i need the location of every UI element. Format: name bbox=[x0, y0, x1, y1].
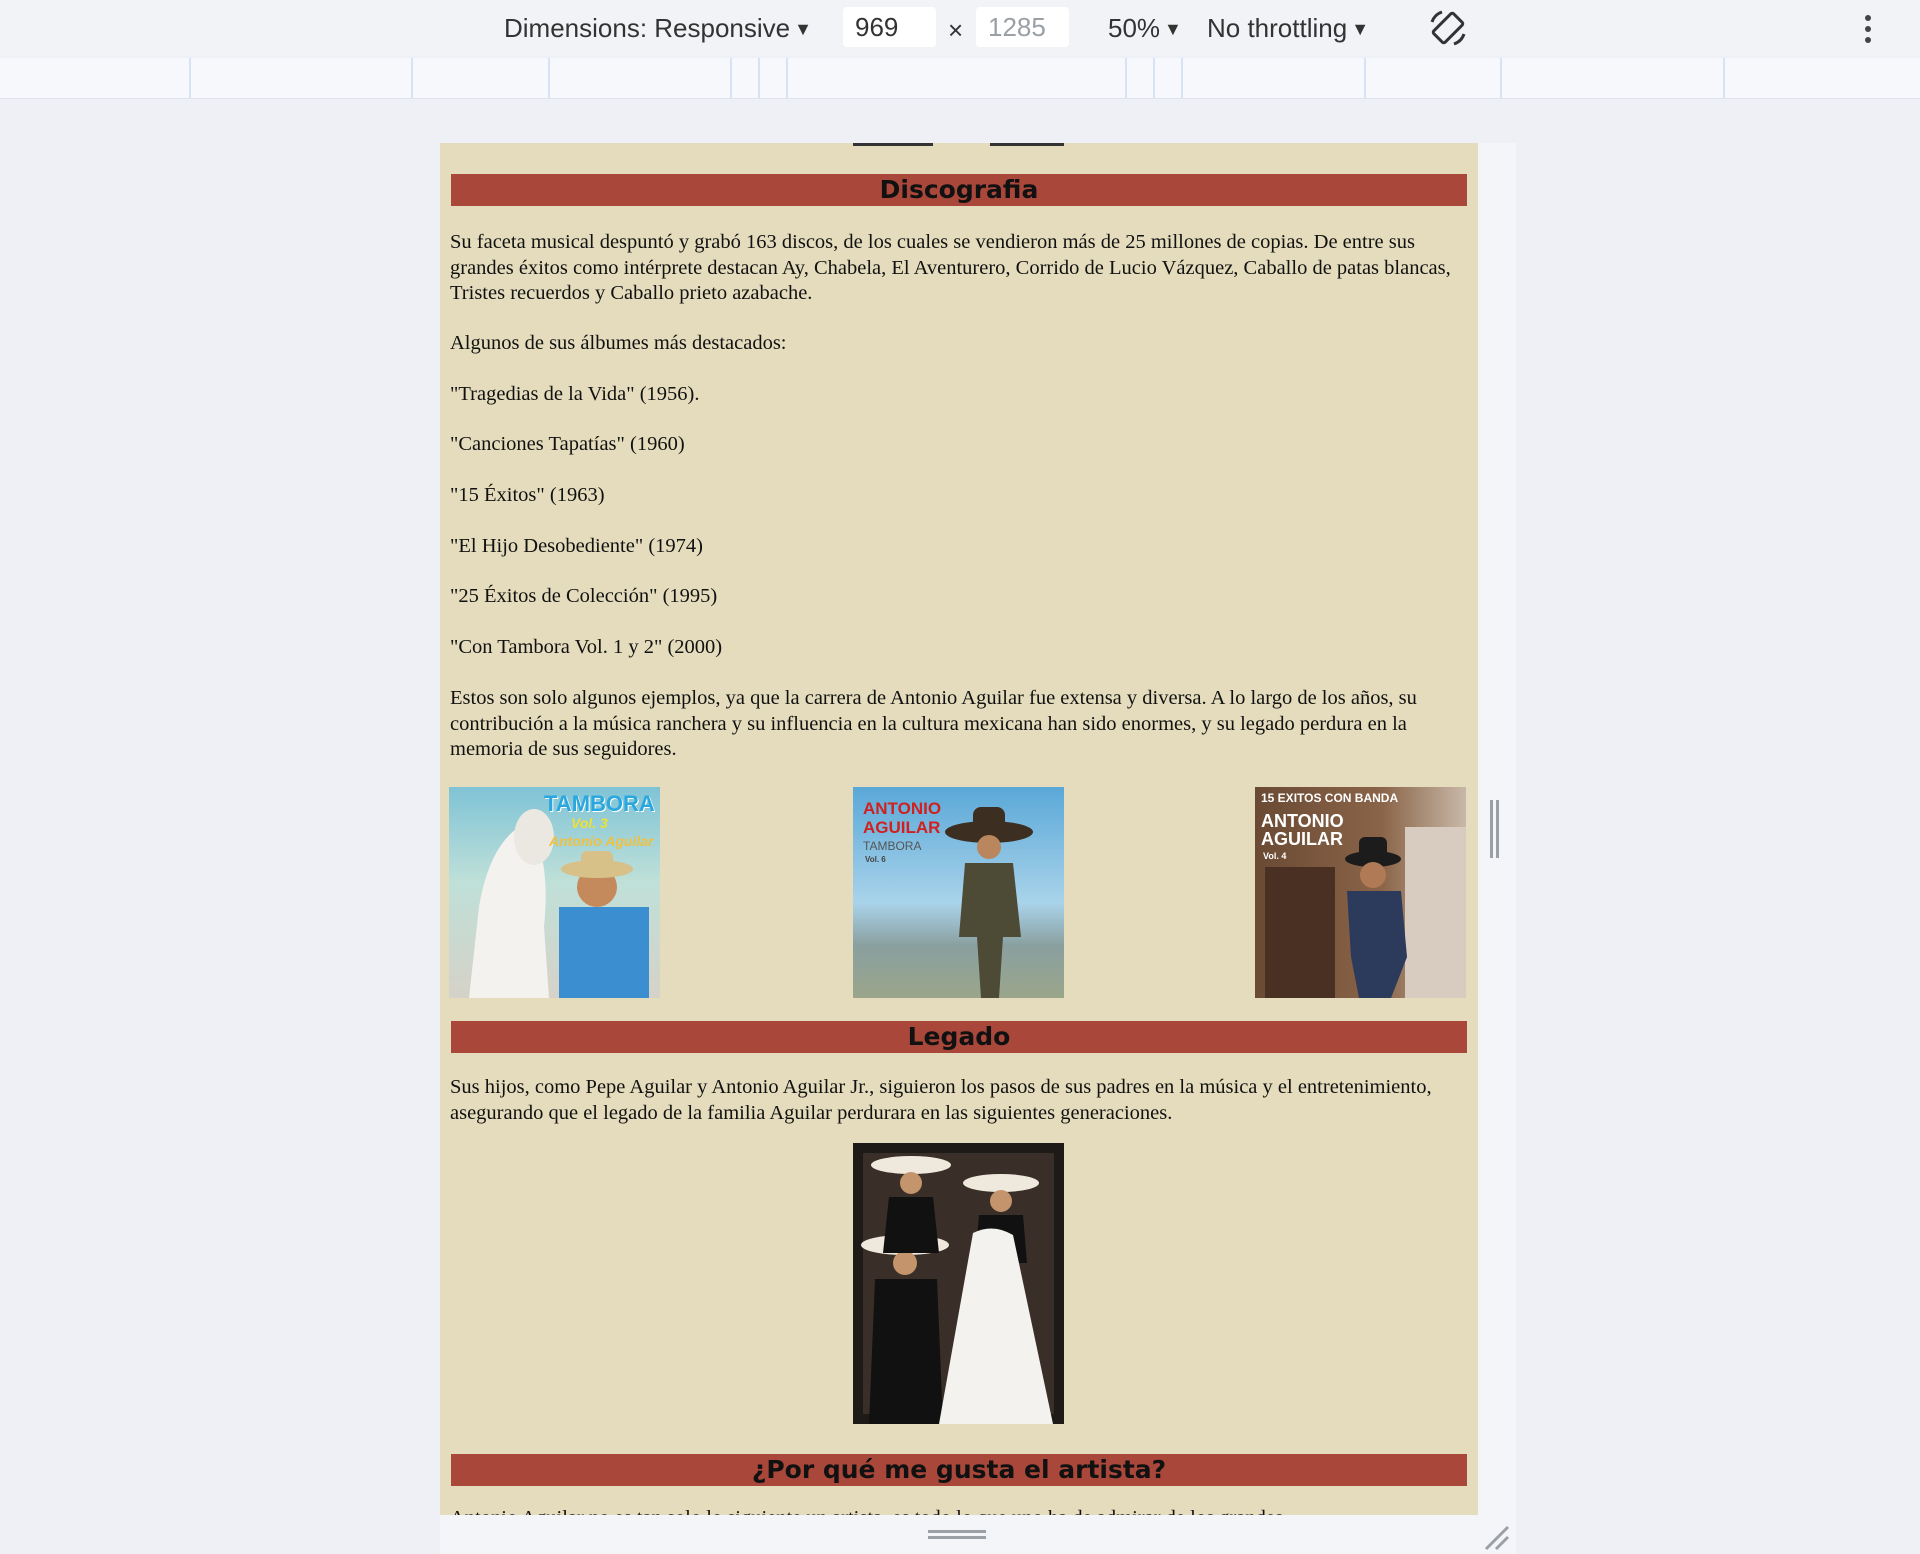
resize-corner-icon[interactable] bbox=[1482, 1523, 1510, 1551]
resize-handle-bottom[interactable] bbox=[928, 1530, 986, 1542]
times-separator: × bbox=[948, 15, 964, 45]
album-item: "15 Éxitos" (1963) bbox=[450, 484, 605, 506]
width-input[interactable]: 969 bbox=[843, 7, 936, 47]
dimensions-dropdown[interactable]: Dimensions: Responsive ▼ bbox=[504, 12, 812, 45]
ruler-tick bbox=[1723, 58, 1725, 98]
cover-title: TAMBORA bbox=[544, 791, 655, 816]
ruler-tick bbox=[189, 58, 191, 98]
cover-artist-last: AGUILAR bbox=[1261, 829, 1343, 849]
image-fragment bbox=[853, 143, 933, 146]
ruler-tick bbox=[786, 58, 788, 98]
ruler-tick bbox=[758, 58, 760, 98]
caret-down-icon: ▼ bbox=[1164, 19, 1182, 39]
album-item: "25 Éxitos de Colección" (1995) bbox=[450, 585, 718, 607]
caret-down-icon: ▼ bbox=[1351, 19, 1370, 39]
cover-title: TAMBORA bbox=[863, 839, 922, 853]
resize-handle-right[interactable] bbox=[1490, 800, 1502, 858]
ruler-tick bbox=[548, 58, 550, 98]
dimensions-label: Dimensions: Responsive bbox=[504, 13, 791, 43]
cover-volume: Vol. 6 bbox=[865, 855, 886, 864]
throttling-label: No throttling bbox=[1207, 13, 1348, 43]
album-cover-15-exitos-con-banda: 15 EXITOS CON BANDA ANTONIO AGUILAR Vol.… bbox=[1255, 787, 1466, 998]
discografia-closing: Estos son solo algunos ejemplos, ya que … bbox=[450, 687, 1417, 760]
section-heading-discografia: Discografia bbox=[451, 174, 1467, 206]
album-cover-tambora-vol3: TAMBORA Vol. 3 Antonio Aguilar bbox=[449, 787, 660, 998]
rotate-icon[interactable] bbox=[1428, 8, 1468, 48]
cover-artist-last: AGUILAR bbox=[863, 818, 941, 837]
cover-title: 15 EXITOS CON BANDA bbox=[1261, 791, 1399, 805]
family-photo bbox=[853, 1143, 1064, 1424]
album-item: "Tragedias de la Vida" (1956). bbox=[450, 383, 700, 405]
cover-volume: Vol. 3 bbox=[571, 815, 608, 831]
device-toolbar: Dimensions: Responsive ▼ 969 × 1285 50% ▼ … bbox=[0, 0, 1920, 56]
more-options-icon[interactable] bbox=[1860, 12, 1876, 44]
album-cover-tambora-vol6: ANTONIO AGUILAR TAMBORA Vol. 6 bbox=[853, 787, 1064, 998]
discografia-intro: Su faceta musical despuntó y grabó 163 d… bbox=[450, 231, 1451, 304]
zoom-dropdown[interactable]: 50% ▼ bbox=[1108, 12, 1182, 45]
albums-lead: Algunos de sus álbumes más destacados: bbox=[450, 332, 787, 354]
legado-text: Sus hijos, como Pepe Aguilar y Antonio A… bbox=[450, 1076, 1432, 1124]
cover-artist: Antonio Aguilar bbox=[549, 833, 654, 849]
zoom-label: 50% bbox=[1108, 13, 1161, 43]
ruler-tick bbox=[411, 58, 413, 98]
ruler-tick bbox=[1153, 58, 1155, 98]
ruler-tick bbox=[1125, 58, 1127, 98]
photo-artwork bbox=[861, 1153, 1054, 1424]
throttling-dropdown[interactable]: No throttling ▼ bbox=[1207, 12, 1369, 45]
ruler-tick bbox=[1364, 58, 1366, 98]
album-item: "Canciones Tapatías" (1960) bbox=[450, 433, 685, 455]
por-que-text-cut: Antonio Aguilar no es tan solo lo siguie… bbox=[450, 1505, 1470, 1515]
height-input[interactable]: 1285 bbox=[976, 7, 1069, 47]
section-heading-legado: Legado bbox=[451, 1021, 1467, 1053]
section-heading-por-que: ¿Por qué me gusta el artista? bbox=[451, 1454, 1467, 1486]
media-query-ruler[interactable] bbox=[0, 58, 1920, 99]
cover-volume: Vol. 4 bbox=[1263, 851, 1287, 861]
ruler-tick bbox=[1181, 58, 1183, 98]
ruler-tick bbox=[730, 58, 732, 98]
cover-artist-first: ANTONIO bbox=[863, 799, 942, 818]
emulated-viewport: Discografia Su faceta musical despuntó y… bbox=[440, 143, 1478, 1515]
ruler-tick bbox=[1500, 58, 1502, 98]
album-item: "Con Tambora Vol. 1 y 2" (2000) bbox=[450, 636, 723, 658]
caret-down-icon: ▼ bbox=[794, 19, 812, 39]
image-fragment bbox=[990, 143, 1064, 146]
album-item: "El Hijo Desobediente" (1974) bbox=[450, 535, 703, 557]
cover-artwork bbox=[469, 809, 649, 998]
